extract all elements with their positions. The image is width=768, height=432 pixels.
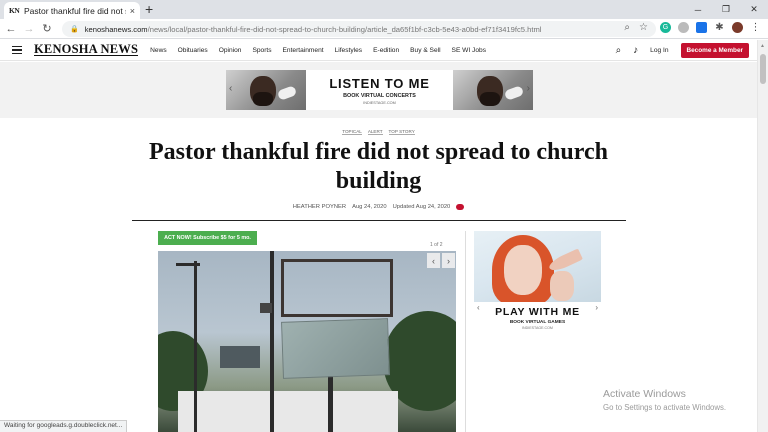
nav-item-e-edition[interactable]: E-edition <box>373 47 399 54</box>
tag-item[interactable]: TOPICAL <box>342 129 362 135</box>
nav-item-sports[interactable]: Sports <box>252 47 271 54</box>
ad-subline: BOOK VIRTUAL CONCERTS <box>343 92 416 99</box>
ad-next-arrow-icon[interactable]: › <box>527 83 530 94</box>
page-scrollbar[interactable]: ▲ <box>757 40 768 432</box>
cast-extension-icon[interactable] <box>696 22 707 33</box>
comment-icon[interactable] <box>456 204 465 210</box>
updated-date: Updated Aug 24, 2020 <box>392 204 451 210</box>
divider <box>132 220 626 221</box>
zoom-icon[interactable]: ⌕ <box>624 22 630 33</box>
address-toolbar: ← → ↻ 🔒 kenoshanews.com /news/local/past… <box>0 19 768 39</box>
profile-avatar[interactable] <box>732 22 743 33</box>
nav-item-buy-sell[interactable]: Buy & Sell <box>410 47 440 54</box>
browser-tab[interactable]: KN Pastor thankful fire did not spread × <box>4 2 140 19</box>
article-headline: Pastor thankful fire did not spread to c… <box>149 139 608 194</box>
photo-next-icon[interactable]: › <box>442 253 455 268</box>
tab-close-icon[interactable]: × <box>130 6 135 16</box>
photo-slider-controls: ‹ › <box>427 253 455 268</box>
ad-photo-right <box>453 70 533 110</box>
ad-headline: LISTEN TO ME <box>329 75 430 91</box>
scroll-up-icon[interactable]: ▲ <box>760 43 765 49</box>
watermark-title: Activate Windows <box>603 388 686 400</box>
column-divider <box>465 231 466 432</box>
article-photo[interactable] <box>158 251 456 432</box>
windows-activation-watermark: Activate Windows Go to Settings to activ… <box>603 388 726 412</box>
browser-status-text: Waiting for googleads.g.doubleclick.net.… <box>0 420 128 432</box>
ad-photo-left <box>226 70 306 110</box>
forward-icon[interactable]: → <box>20 23 38 35</box>
site-header: KENOSHA NEWS News Obituaries Opinion Spo… <box>0 40 757 61</box>
become-member-button[interactable]: Become a Member <box>680 43 749 58</box>
nav-item-jobs[interactable]: SE WI Jobs <box>452 47 486 54</box>
extensions-area: G ✱ ⋮ <box>660 22 761 33</box>
nav-item-obituaries[interactable]: Obituaries <box>178 47 208 54</box>
more-menu-icon[interactable]: ⋮ <box>750 22 761 33</box>
nav-item-lifestyles[interactable]: Lifestyles <box>335 47 363 54</box>
notification-bell-icon[interactable]: ♪ <box>633 45 638 56</box>
site-favicon-icon: KN <box>9 6 20 15</box>
minimize-icon[interactable]: ─ <box>684 0 712 19</box>
reload-icon[interactable]: ↻ <box>38 22 56 35</box>
nav-item-entertainment[interactable]: Entertainment <box>283 47 324 54</box>
ad-site: INDIESTAGE.COM <box>363 100 396 105</box>
tab-title: Pastor thankful fire did not spread <box>24 5 126 16</box>
site-logo[interactable]: KENOSHA NEWS <box>34 43 139 56</box>
hamburger-menu-icon[interactable] <box>12 44 22 57</box>
sidebar-ad-image <box>474 231 601 302</box>
sidebar-ad-subline: BOOK VIRTUAL GAMES <box>509 320 566 325</box>
nav-item-news[interactable]: News <box>150 47 167 54</box>
url-host: kenoshanews.com <box>84 24 148 34</box>
sidebar-ad[interactable]: PLAY WITH ME BOOK VIRTUAL GAMES INDIESTA… <box>474 231 601 351</box>
lock-icon: 🔒 <box>70 26 79 33</box>
photo-counter: 1 of 2 <box>430 242 443 248</box>
byline: HEATHER POYNER Aug 24, 2020 Updated Aug … <box>0 204 757 210</box>
close-window-icon[interactable]: ✕ <box>740 0 768 19</box>
nav-item-opinion[interactable]: Opinion <box>219 47 242 54</box>
publish-date: Aug 24, 2020 <box>352 204 387 210</box>
photo-prev-icon[interactable]: ‹ <box>427 253 440 268</box>
back-icon[interactable]: ← <box>2 23 20 35</box>
tag-item[interactable]: TOP STORY <box>388 129 415 135</box>
search-icon[interactable]: ⌕ <box>616 45 622 56</box>
restore-icon[interactable]: ❐ <box>712 0 740 19</box>
ad-prev-arrow-icon[interactable]: ‹ <box>229 83 232 94</box>
url-input[interactable]: 🔒 kenoshanews.com /news/local/pastor-tha… <box>62 21 656 37</box>
ad-band: LISTEN TO ME BOOK VIRTUAL CONCERTS INDIE… <box>0 62 757 118</box>
tag-item[interactable]: ALERT <box>367 129 383 135</box>
site-nav: News Obituaries Opinion Sports Entertain… <box>150 47 486 54</box>
window-controls: ─ ❐ ✕ <box>684 0 768 19</box>
sidebar-ad-headline: PLAY WITH ME <box>495 306 580 318</box>
url-path: /news/local/pastor-thankful-fire-did-not… <box>147 24 542 34</box>
login-link[interactable]: Log In <box>650 47 668 54</box>
sidebar-ad-next-icon[interactable]: › <box>595 303 598 312</box>
bookmark-star-icon[interactable]: ☆ <box>639 22 648 33</box>
scrollbar-thumb[interactable] <box>760 54 766 84</box>
watermark-subtitle: Go to Settings to activate Windows. <box>603 403 727 412</box>
grammarly-extension-icon[interactable]: G <box>660 22 671 33</box>
author-name[interactable]: HEATHER POYNER <box>293 204 346 210</box>
puzzle-icon[interactable]: ✱ <box>714 22 725 33</box>
browser-tab-strip: KN Pastor thankful fire did not spread ×… <box>0 0 768 19</box>
sidebar-ad-prev-icon[interactable]: ‹ <box>477 303 480 312</box>
leaderboard-ad[interactable]: LISTEN TO ME BOOK VIRTUAL CONCERTS INDIE… <box>226 70 533 110</box>
article-tags: TOPICAL ALERT TOP STORY <box>0 129 757 135</box>
extension-icon[interactable] <box>678 22 689 33</box>
subscribe-promo-button[interactable]: ACT NOW! Subscribe $5 for 5 mo. <box>158 231 257 245</box>
new-tab-button[interactable]: + <box>145 1 153 17</box>
sidebar-ad-site: INDIESTAGE.COM <box>522 326 553 330</box>
